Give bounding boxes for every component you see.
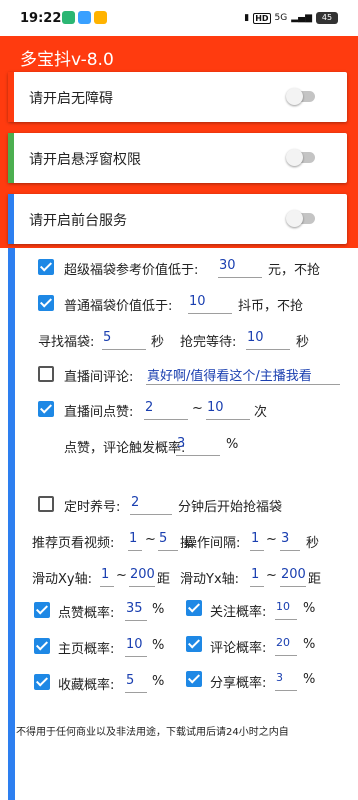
trigger-prob-label: 点赞，评论触发概率:	[64, 441, 186, 456]
find-bag-input[interactable]: 5	[102, 330, 146, 350]
foreground-toggle[interactable]	[286, 210, 315, 227]
favorite-prob-label: 收藏概率:	[58, 678, 115, 693]
slide-xy-unit: 距	[157, 572, 171, 587]
like-prob-label: 点赞概率:	[58, 606, 115, 621]
left-accent-strip	[8, 248, 15, 800]
slide-xy-min-input[interactable]: 1	[100, 567, 114, 587]
like-unit: 次	[254, 405, 268, 420]
like-prob-unit: %	[152, 602, 165, 617]
follow-prob-unit: %	[303, 601, 316, 616]
schedule-minutes-input[interactable]: 2	[130, 495, 172, 515]
permission-label: 请开启无障碍	[29, 91, 113, 107]
home-prob-label: 主页概率:	[58, 642, 115, 657]
signal-bars-icon: ▂▄▆	[291, 13, 312, 23]
disclaimer-text: 不得用于任何商业以及非法用途，下载试用后请24小时之内自	[16, 727, 289, 738]
interval-min-input[interactable]: 1	[250, 531, 264, 551]
normal-bag-suffix: 抖币，不抢	[238, 299, 304, 314]
comment-label: 直播间评论:	[64, 370, 134, 385]
find-bag-label: 寻找福袋:	[38, 335, 95, 350]
permission-foreground-card[interactable]: 请开启前台服务	[8, 194, 347, 244]
slide-yx-min-input[interactable]: 1	[250, 567, 264, 587]
favorite-prob-input[interactable]: 5	[125, 673, 147, 693]
interval-range-separator: ~	[266, 532, 277, 547]
card-accent-bar	[8, 194, 14, 244]
app-title: 多宝抖v-8.0	[20, 50, 114, 70]
card-accent-bar	[8, 133, 14, 183]
share-prob-label: 分享概率:	[210, 676, 267, 691]
slide-yx-range-separator: ~	[266, 568, 277, 583]
follow-prob-label: 关注概率:	[210, 605, 267, 620]
trigger-prob-unit: %	[226, 437, 239, 452]
comment-text-input[interactable]: 真好啊/值得看这个/主播我看	[146, 365, 340, 385]
super-bag-label: 超级福袋参考价值低于:	[64, 263, 199, 278]
follow-prob-checkbox[interactable]	[186, 600, 202, 616]
permission-label: 请开启悬浮窗权限	[29, 152, 141, 168]
wait-after-input[interactable]: 10	[246, 330, 290, 350]
trigger-prob-input[interactable]: 3	[176, 436, 220, 456]
slide-yx-label: 滑动Yx轴:	[180, 572, 240, 587]
recommend-range-separator: ~	[145, 532, 156, 547]
wait-after-label: 抢完等待:	[180, 335, 237, 350]
recommend-label: 推荐页看视频:	[32, 536, 115, 551]
slide-xy-max-input[interactable]: 200	[129, 567, 155, 587]
like-label: 直播间点赞:	[64, 405, 134, 420]
normal-bag-value-input[interactable]: 10	[188, 294, 232, 314]
slide-yx-unit: 距	[308, 572, 322, 587]
like-prob-input[interactable]: 35	[125, 601, 147, 621]
like-prob-checkbox[interactable]	[34, 602, 50, 618]
app-notification-icon	[62, 11, 75, 24]
interval-unit: 秒	[306, 536, 320, 551]
super-bag-suffix: 元，不抢	[268, 263, 321, 278]
status-indicators: ▮ HD 5G ▂▄▆ 45	[244, 12, 338, 24]
home-prob-input[interactable]: 10	[125, 637, 147, 657]
share-prob-input[interactable]: 3	[275, 671, 297, 691]
permission-overlay-card[interactable]: 请开启悬浮窗权限	[8, 133, 347, 183]
follow-prob-input[interactable]: 10	[275, 600, 297, 620]
permission-label: 请开启前台服务	[29, 213, 127, 229]
card-accent-bar	[8, 72, 14, 122]
app-notification-icon	[78, 11, 91, 24]
super-bag-value-input[interactable]: 30	[218, 258, 262, 278]
favorite-prob-checkbox[interactable]	[34, 674, 50, 690]
permission-accessibility-card[interactable]: 请开启无障碍	[8, 72, 347, 122]
schedule-label: 定时养号:	[64, 500, 121, 515]
hd-badge: HD	[253, 12, 271, 24]
interval-max-input[interactable]: 3	[280, 531, 300, 551]
home-prob-unit: %	[152, 638, 165, 653]
vibrate-icon: ▮	[244, 13, 250, 23]
normal-bag-checkbox[interactable]	[38, 295, 54, 311]
battery-icon: 45	[316, 12, 338, 24]
status-time: 19:22	[20, 11, 62, 26]
share-prob-unit: %	[303, 672, 316, 687]
signal-label: 5G	[274, 13, 288, 23]
app-notification-icon	[94, 11, 107, 24]
like-range-separator: ~	[192, 401, 203, 416]
slide-yx-max-input[interactable]: 200	[280, 567, 306, 587]
like-checkbox[interactable]	[38, 401, 54, 417]
schedule-suffix: 分钟后开始抢福袋	[178, 500, 283, 515]
like-max-input[interactable]: 10	[206, 400, 250, 420]
slide-xy-label: 滑动Xy轴:	[32, 572, 92, 587]
comment-prob-label: 评论概率:	[210, 641, 267, 656]
comment-prob-input[interactable]: 20	[275, 636, 297, 656]
home-prob-checkbox[interactable]	[34, 638, 50, 654]
wait-after-unit: 秒	[296, 335, 310, 350]
comment-prob-unit: %	[303, 637, 316, 652]
super-bag-checkbox[interactable]	[38, 259, 54, 275]
recommend-min-input[interactable]: 1	[128, 531, 142, 551]
accessibility-toggle[interactable]	[286, 88, 315, 105]
share-prob-checkbox[interactable]	[186, 671, 202, 687]
find-bag-unit: 秒	[151, 335, 165, 350]
comment-prob-checkbox[interactable]	[186, 636, 202, 652]
schedule-checkbox[interactable]	[38, 496, 54, 512]
normal-bag-label: 普通福袋价值低于:	[64, 299, 173, 314]
overlay-toggle[interactable]	[286, 149, 315, 166]
recommend-max-input[interactable]: 5	[158, 531, 178, 551]
interval-label: 操作间隔:	[184, 536, 241, 551]
status-bar: 19:22 ▮ HD 5G ▂▄▆ 45	[0, 0, 358, 36]
comment-checkbox[interactable]	[38, 366, 54, 382]
like-min-input[interactable]: 2	[144, 400, 188, 420]
favorite-prob-unit: %	[152, 674, 165, 689]
slide-xy-range-separator: ~	[116, 568, 127, 583]
